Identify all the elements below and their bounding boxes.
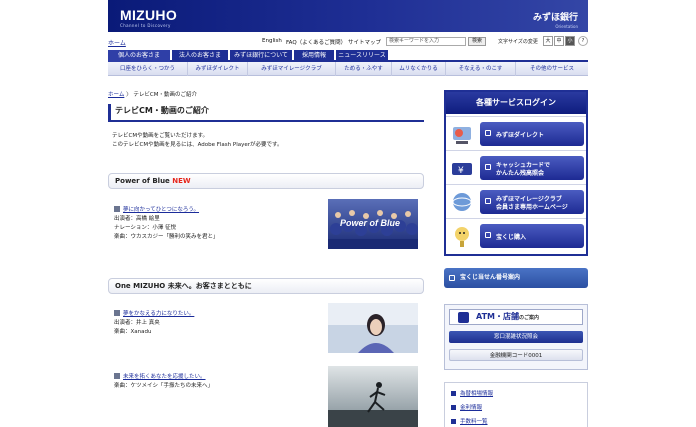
font-size-medium-button[interactable]: 中 xyxy=(554,36,564,46)
login-row-balance: ¥ キャッシュカードで かんたん残高照会 xyxy=(446,150,586,184)
login-balance-button[interactable]: キャッシュカードで かんたん残高照会 xyxy=(480,156,584,180)
intro-line: このテレビCMや動画を見るには、Adobe Flash Playerが必要です。 xyxy=(112,142,283,148)
new-badge: NEW xyxy=(172,177,191,185)
atm-branch-button[interactable]: ATM・店舗のご案内 xyxy=(449,309,583,325)
logo-tagline: Channel to Discovery xyxy=(120,23,171,28)
login-row-direct: みずほダイレクト xyxy=(446,116,586,150)
bank-name: みずほ銀行 xyxy=(532,13,578,23)
subnav-account[interactable]: 口座をひらく・つかう xyxy=(108,62,188,76)
tab-about[interactable]: みずほ銀行について xyxy=(230,50,292,62)
play-icon xyxy=(114,310,120,316)
search-button[interactable]: 検索 xyxy=(468,37,486,46)
lottery-results-button[interactable]: 宝くじ当せん番号案内 xyxy=(444,268,588,288)
atm-icon xyxy=(458,312,469,323)
lock-icon xyxy=(485,164,491,170)
tab-recruit[interactable]: 採用情報 xyxy=(294,50,334,62)
login-lottery-button[interactable]: 宝くじ購入 xyxy=(480,224,584,248)
subnav-borrow[interactable]: ムリなくかりる xyxy=(392,62,446,76)
site-header: MIZUHO Channel to Discovery みずほ銀行 Orient… xyxy=(108,0,588,32)
font-size-large-button[interactable]: 大 xyxy=(543,36,553,46)
section-title: One MIZUHO 未来へ。お客さまとともに xyxy=(115,282,252,290)
section-one-mizuho-header: One MIZUHO 未来へ。お客さまとともに xyxy=(108,278,424,294)
video-credit: ナレーション：小澤 征悦 xyxy=(114,225,177,231)
play-icon xyxy=(114,206,120,212)
video-item: 夢に向かってひとつになろう。 出演者：高橋 絵里 ナレーション：小澤 征悦 楽曲… xyxy=(114,206,219,242)
subnav-direct[interactable]: みずほダイレクト xyxy=(188,62,248,76)
service-login-panel: 各種サービスログイン みずほダイレクト ¥ キャッシュカードで かんたん残高照会… xyxy=(444,90,588,256)
info-links: 為替相場情報 金利情報 手数料一覧 xyxy=(444,382,588,427)
video-title-link[interactable]: 夢をかなえる力になりたい。 xyxy=(123,311,194,317)
fee-list-link[interactable]: 手数料一覧 xyxy=(451,417,488,425)
cash-card-icon: ¥ xyxy=(450,155,474,181)
globe-icon xyxy=(450,189,474,215)
actress-thumbnail[interactable] xyxy=(328,303,418,353)
subnav-save[interactable]: ためる・ふやす xyxy=(336,62,392,76)
login-row-mileage: みずほマイレージクラブ 会員さま専用ホームページ xyxy=(446,184,586,218)
runner-thumbnail[interactable] xyxy=(328,366,418,427)
svg-text:¥: ¥ xyxy=(458,166,464,176)
video-item: 夢をかなえる力になりたい。 出演者：井上 真央 楽曲：Xanadu xyxy=(114,310,194,337)
tab-corporate[interactable]: 法人のお客さま xyxy=(172,50,228,62)
pc-user-icon xyxy=(450,121,474,147)
intro-text: テレビCMや動画をご覧いただけます。 このテレビCMや動画を見るには、Adobe… xyxy=(112,132,282,150)
search-input[interactable]: 検索キーワードを入力 xyxy=(386,37,466,46)
login-direct-button[interactable]: みずほダイレクト xyxy=(480,122,584,146)
lock-icon xyxy=(485,232,491,238)
lottery-character-icon xyxy=(450,223,474,249)
bank-name-en: Orientation xyxy=(555,24,578,29)
sitemap-link[interactable]: サイトマップ xyxy=(348,38,381,46)
atm-branch-panel: ATM・店舗のご案内 窓口混雑状況照会 金融機関コード0001 xyxy=(444,304,588,370)
utility-bar: ホーム English FAQ（よくあるご質問） サイトマップ 検索キーワードを… xyxy=(108,36,588,48)
interest-rate-link[interactable]: 金利情報 xyxy=(451,403,482,411)
login-row-lottery: 宝くじ購入 xyxy=(446,218,586,252)
subnav-prepare[interactable]: そなえる・のこす xyxy=(446,62,516,76)
breadcrumb-current: テレビCM・動画のご紹介 xyxy=(133,92,197,98)
thumbnail-caption: Power of Blue xyxy=(340,218,401,228)
lock-icon xyxy=(485,198,491,204)
lock-icon xyxy=(485,130,491,136)
tab-personal[interactable]: 個人のお客さま xyxy=(108,50,170,62)
login-panel-title: 各種サービスログイン xyxy=(446,92,586,114)
video-credit: 楽曲：Xanadu xyxy=(114,329,152,335)
tab-news[interactable]: ニュースリリース xyxy=(336,50,388,62)
video-title-link[interactable]: 夢に向かってひとつになろう。 xyxy=(123,207,199,213)
mizuho-logo[interactable]: MIZUHO xyxy=(120,7,177,23)
section-title: Power of Blue xyxy=(115,177,170,185)
help-icon[interactable]: ? xyxy=(578,36,588,46)
section-power-of-blue-header: Power of Blue NEW xyxy=(108,173,424,189)
subnav-mileage[interactable]: みずほマイレージクラブ xyxy=(248,62,336,76)
english-link[interactable]: English xyxy=(262,38,282,44)
sub-navigation: 口座をひらく・つかう みずほダイレクト みずほマイレージクラブ ためる・ふやす … xyxy=(108,62,588,76)
breadcrumb-separator: 〉 xyxy=(126,92,132,98)
intro-line: テレビCMや動画をご覧いただけます。 xyxy=(112,133,209,139)
play-icon xyxy=(114,373,120,379)
video-credit: 出演者：高橋 絵里 xyxy=(114,216,160,222)
bank-code-label: 金融機関コード0001 xyxy=(449,349,583,361)
branch-congestion-button[interactable]: 窓口混雑状況照会 xyxy=(449,331,583,343)
video-credit: 出演者：井上 真央 xyxy=(114,320,160,326)
video-credit: 楽曲：ケツメイシ「手振たちの未来へ」 xyxy=(114,383,214,389)
font-size-label: 文字サイズの変更 xyxy=(498,39,538,45)
subnav-other[interactable]: その他のサービス xyxy=(516,62,588,76)
faq-link[interactable]: FAQ（よくあるご質問） xyxy=(286,38,346,46)
exchange-rate-link[interactable]: 為替相場情報 xyxy=(451,389,493,397)
breadcrumb-home[interactable]: ホーム xyxy=(108,92,124,98)
video-item: 未来を拓くあなたを応援したい。 楽曲：ケツメイシ「手振たちの未来へ」 xyxy=(114,373,213,391)
page: MIZUHO Channel to Discovery みずほ銀行 Orient… xyxy=(108,0,588,427)
video-title-link[interactable]: 未来を拓くあなたを応援したい。 xyxy=(123,374,206,380)
page-title: テレビCM・動画のご紹介 xyxy=(108,104,424,122)
power-of-blue-thumbnail[interactable]: Power of Blue xyxy=(328,199,418,249)
main-tabs: 個人のお客さま 法人のお客さま みずほ銀行について 採用情報 ニュースリリース xyxy=(108,50,588,62)
lock-icon xyxy=(449,275,455,281)
home-link[interactable]: ホーム xyxy=(108,38,126,47)
video-credit: 楽曲：ウカスカジー「勝利の笑みを君と」 xyxy=(114,234,219,240)
login-mileage-button[interactable]: みずほマイレージクラブ 会員さま専用ホームページ xyxy=(480,190,584,214)
breadcrumb: ホーム 〉 テレビCM・動画のご紹介 xyxy=(108,90,197,98)
font-size-small-button[interactable]: 小 xyxy=(565,36,575,46)
